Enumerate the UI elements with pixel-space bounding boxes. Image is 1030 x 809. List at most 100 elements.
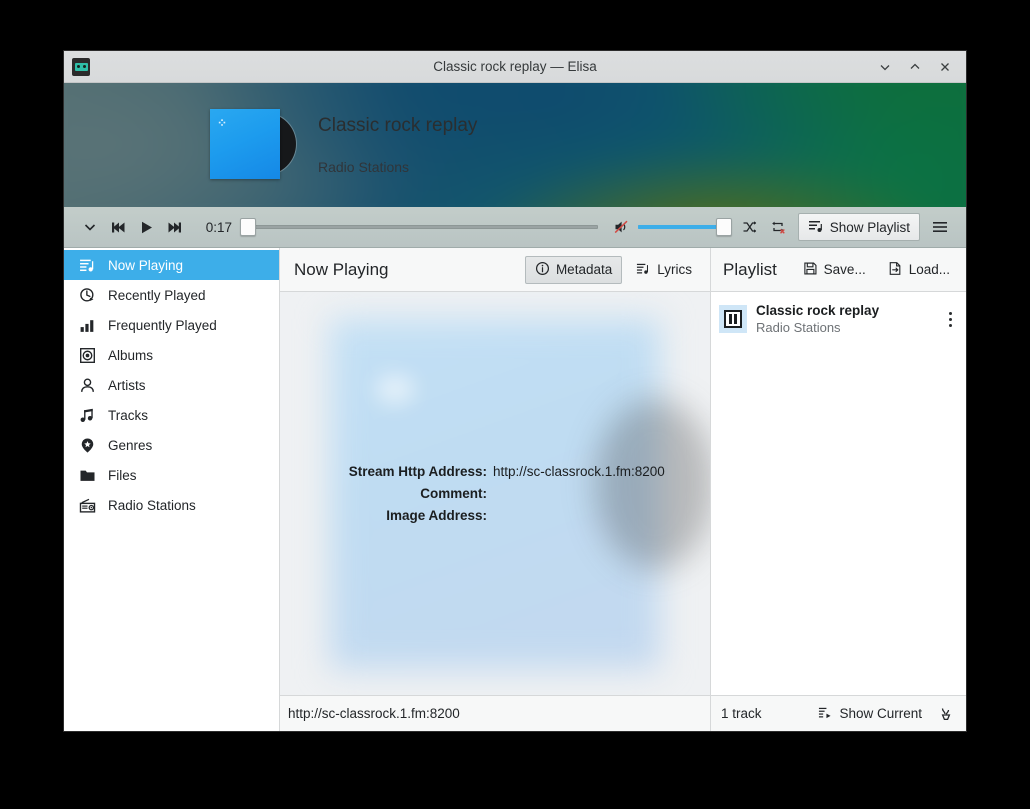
sidebar-item-label: Radio Stations (108, 497, 196, 513)
metadata-value (493, 483, 693, 505)
tab-lyrics[interactable]: Lyrics (626, 256, 702, 284)
banner-track-artist: Radio Stations (318, 159, 410, 175)
tab-metadata[interactable]: Metadata (524, 255, 623, 284)
view-tabs: Metadata Lyrics (524, 255, 702, 284)
skip-next-icon[interactable] (160, 213, 188, 241)
playlist-footer: 1 track Show Current (711, 695, 966, 731)
playlist-title: Playlist (723, 259, 777, 279)
artwork-highlight (375, 373, 415, 404)
metadata-value (493, 505, 693, 527)
sidebar-item-label: Albums (108, 347, 154, 363)
show-playlist-label: Show Playlist (829, 219, 910, 235)
metadata-value: http://sc-classrock.1.fm:8200 (493, 463, 665, 479)
repeat-off-icon[interactable] (764, 213, 792, 241)
volume-slider-handle[interactable] (715, 218, 732, 236)
playlist-track-list: Classic rock replay Radio Stations (711, 292, 966, 695)
minimize-icon[interactable] (872, 55, 898, 79)
show-current-label: Show Current (839, 706, 922, 721)
playlist-item-title: Classic rock replay (756, 303, 880, 318)
volume-slider[interactable] (637, 213, 732, 241)
elapsed-time-label: 0:17 (205, 219, 232, 235)
navigation-sidebar: Now Playing Recently Played Frequently P… (64, 248, 280, 731)
sidebar-item-recently-played[interactable]: Recently Played (64, 280, 279, 310)
metadata-view: Stream Http Address: http://sc-classrock… (280, 292, 710, 695)
now-playing-icon (78, 256, 96, 274)
radio-icon (78, 496, 96, 514)
maximize-icon[interactable] (902, 55, 928, 79)
page-title: Now Playing (294, 259, 389, 279)
folder-icon (78, 466, 96, 484)
hamburger-icon[interactable] (926, 213, 954, 241)
load-playlist-label: Load... (908, 262, 950, 277)
info-icon (535, 261, 550, 279)
save-playlist-button[interactable]: Save... (793, 256, 876, 284)
banner-album-art: ⁘ (210, 109, 296, 181)
window-titlebar[interactable]: Classic rock replay — Elisa (64, 51, 966, 83)
lyrics-icon (636, 261, 651, 279)
status-bar-text: http://sc-classrock.1.fm:8200 (288, 706, 460, 721)
sidebar-item-tracks[interactable]: Tracks (64, 400, 279, 430)
window-body: Now Playing Recently Played Frequently P… (64, 248, 966, 731)
sidebar-item-label: Files (108, 467, 137, 483)
sidebar-item-radio-stations[interactable]: Radio Stations (64, 490, 279, 520)
playlist-item-artist: Radio Stations (756, 320, 841, 335)
now-playing-header: Now Playing Metadata Lyrics (280, 248, 710, 292)
metadata-key: Stream Http Address: (348, 463, 487, 479)
load-playlist-button[interactable]: Load... (878, 256, 960, 284)
kebab-menu-icon[interactable] (940, 311, 960, 327)
show-current-button[interactable]: Show Current (814, 701, 926, 727)
status-bar: http://sc-classrock.1.fm:8200 (280, 695, 710, 731)
playlist-item[interactable]: Classic rock replay Radio Stations (711, 298, 966, 340)
playlist-header: Playlist Save... Load... (711, 248, 966, 292)
sidebar-item-frequently-played[interactable]: Frequently Played (64, 310, 279, 340)
volume-muted-icon[interactable] (608, 213, 636, 241)
banner-track-title: Classic rock replay (318, 115, 478, 136)
elisa-window: Classic rock replay — Elisa ⁘ Classic ro… (64, 51, 966, 731)
album-icon (78, 346, 96, 364)
tab-metadata-label: Metadata (555, 262, 613, 277)
skip-previous-icon[interactable] (104, 213, 132, 241)
sidebar-item-genres[interactable]: Genres (64, 430, 279, 460)
bar-chart-icon (78, 316, 96, 334)
metadata-row: Comment: (304, 483, 686, 505)
chevron-down-icon[interactable] (76, 213, 104, 241)
desktop-background: Classic rock replay — Elisa ⁘ Classic ro… (0, 0, 1030, 809)
playlist-actions: Save... Load... (793, 256, 960, 284)
save-playlist-label: Save... (823, 262, 866, 277)
window-controls (872, 55, 966, 79)
metadata-key: Image Address: (386, 507, 487, 523)
show-playlist-button[interactable]: Show Playlist (797, 213, 920, 241)
progress-slider[interactable] (240, 213, 598, 241)
clear-playlist-icon[interactable] (934, 701, 958, 727)
sidebar-item-label: Artists (108, 377, 146, 393)
clock-icon (78, 286, 96, 304)
sidebar-item-albums[interactable]: Albums (64, 340, 279, 370)
player-toolbar: 0:17 Show Playlist (64, 207, 966, 248)
music-note-icon (78, 406, 96, 424)
sidebar-item-artists[interactable]: Artists (64, 370, 279, 400)
floppy-save-icon (803, 261, 818, 279)
album-cover-image: ⁘ (210, 109, 280, 179)
sidebar-item-label: Tracks (108, 407, 148, 423)
genre-pin-icon (78, 436, 96, 454)
metadata-fields: Stream Http Address: http://sc-classrock… (280, 461, 710, 527)
window-title: Classic rock replay — Elisa (433, 59, 597, 74)
pause-icon[interactable] (719, 305, 751, 333)
tab-lyrics-label: Lyrics (657, 262, 692, 277)
track-count-label: 1 track (721, 706, 762, 721)
sidebar-item-label: Now Playing (108, 257, 184, 273)
play-icon[interactable] (132, 213, 160, 241)
close-icon[interactable] (932, 55, 958, 79)
show-current-icon (818, 705, 833, 723)
shuffle-icon[interactable] (736, 213, 764, 241)
metadata-row: Image Address: (304, 505, 686, 527)
sidebar-item-now-playing[interactable]: Now Playing (64, 250, 279, 280)
playlist-icon (808, 218, 824, 237)
document-open-icon (888, 261, 903, 279)
sidebar-item-label: Recently Played (108, 287, 206, 303)
metadata-row: Stream Http Address: http://sc-classrock… (304, 461, 686, 483)
sidebar-item-files[interactable]: Files (64, 460, 279, 490)
sidebar-item-label: Frequently Played (108, 317, 217, 333)
progress-slider-handle[interactable] (240, 218, 256, 236)
now-playing-banner: ⁘ Classic rock replay Radio Stations (64, 83, 966, 207)
